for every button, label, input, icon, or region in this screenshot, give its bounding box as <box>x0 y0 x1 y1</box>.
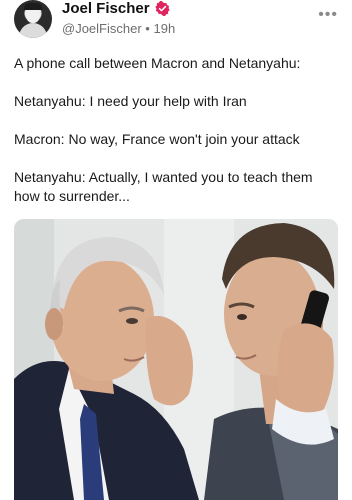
author-name[interactable]: Joel Fischer <box>62 0 150 17</box>
author-handle[interactable]: @JoelFischer <box>62 21 142 36</box>
author-avatar[interactable] <box>14 0 52 38</box>
post-line-2: Netanyahu: I need your help with Iran <box>14 93 247 109</box>
post-meta: @JoelFischer • 19h <box>62 21 175 36</box>
post-body: A phone call between Macron and Netanyah… <box>14 54 340 225</box>
post-header: Joel Fischer @JoelFischer • 19h ••• <box>14 0 344 40</box>
post-timestamp[interactable]: 19h <box>153 21 175 36</box>
verified-badge-icon <box>154 1 170 16</box>
author-name-row[interactable]: Joel Fischer <box>62 0 170 17</box>
avatar-hair <box>24 3 42 10</box>
post-line-3: Macron: No way, France won't join your a… <box>14 131 300 147</box>
meta-separator: • <box>145 21 150 36</box>
more-horizontal-icon[interactable]: ••• <box>318 6 338 24</box>
photo-illustration <box>14 219 338 500</box>
avatar-shirt <box>19 23 47 38</box>
post-line-4: Netanyahu: Actually, I wanted you to tea… <box>14 169 313 204</box>
post-line-1: A phone call between Macron and Netanyah… <box>14 55 301 71</box>
post-photo[interactable] <box>14 219 338 500</box>
